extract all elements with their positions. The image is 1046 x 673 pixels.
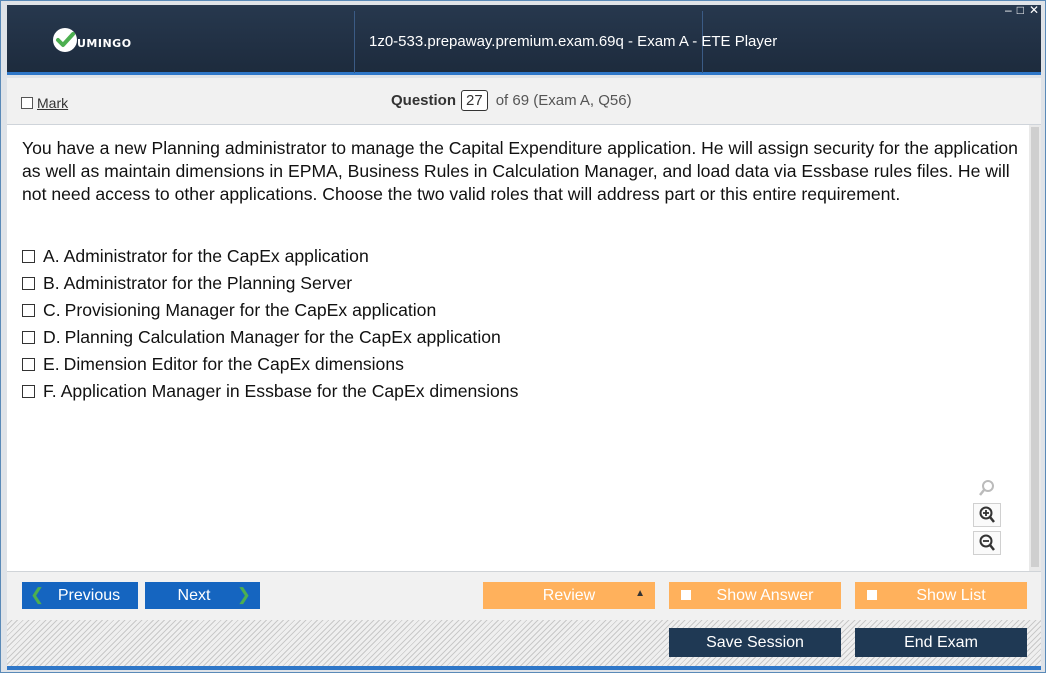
option-letter: C. bbox=[43, 300, 61, 320]
option-letter: D. bbox=[43, 327, 61, 347]
mark-checkbox-box[interactable] bbox=[21, 97, 33, 109]
show-answer-label: Show Answer bbox=[716, 586, 814, 604]
search-icon[interactable] bbox=[974, 477, 1000, 499]
option-text: Planning Calculation Manager for the Cap… bbox=[64, 327, 501, 347]
zoom-out-icon[interactable] bbox=[973, 531, 1001, 555]
option-text: Administrator for the Planning Server bbox=[63, 273, 353, 293]
vumingo-logo: UMINGO bbox=[51, 25, 132, 55]
next-label: Next bbox=[177, 586, 211, 604]
option-checkbox[interactable] bbox=[22, 385, 35, 398]
zoom-in-icon[interactable] bbox=[973, 503, 1001, 527]
show-answer-button[interactable]: Show Answer bbox=[669, 582, 841, 609]
next-button[interactable]: Next ❯ bbox=[145, 582, 260, 609]
scrollbar-thumb[interactable] bbox=[1031, 127, 1039, 567]
chevron-right-icon: ❯ bbox=[236, 585, 251, 604]
option-letter: A. bbox=[43, 246, 60, 266]
logo-text: UMINGO bbox=[77, 36, 132, 50]
question-navigator: Question 27 of 69 (Exam A, Q56) bbox=[391, 90, 632, 111]
option-a[interactable]: A. Administrator for the CapEx applicati… bbox=[22, 243, 518, 270]
option-text: Dimension Editor for the CapEx dimension… bbox=[63, 354, 404, 374]
option-checkbox[interactable] bbox=[22, 277, 35, 290]
close-button[interactable]: ✕ bbox=[1029, 3, 1039, 17]
option-checkbox[interactable] bbox=[22, 331, 35, 344]
window-controls: – □ ✕ bbox=[1005, 3, 1039, 17]
mark-label: Mark bbox=[37, 95, 69, 111]
maximize-button[interactable]: □ bbox=[1017, 3, 1024, 17]
end-exam-label: End Exam bbox=[904, 633, 978, 651]
previous-label: Previous bbox=[57, 586, 121, 604]
option-b[interactable]: B. Administrator for the Planning Server bbox=[22, 270, 518, 297]
show-list-checkbox[interactable] bbox=[867, 590, 877, 600]
previous-button[interactable]: ❮ Previous bbox=[22, 582, 138, 609]
option-text: Provisioning Manager for the CapEx appli… bbox=[64, 300, 437, 320]
question-text: You have a new Planning administrator to… bbox=[22, 138, 1018, 204]
option-checkbox[interactable] bbox=[22, 358, 35, 371]
option-f[interactable]: F. Application Manager in Essbase for th… bbox=[22, 378, 518, 405]
show-list-button[interactable]: Show List bbox=[855, 582, 1027, 609]
option-checkbox[interactable] bbox=[22, 304, 35, 317]
session-bar: Save Session End Exam bbox=[7, 620, 1041, 666]
title-divider bbox=[354, 11, 355, 73]
question-of-text: of 69 (Exam A, Q56) bbox=[495, 92, 632, 109]
save-session-label: Save Session bbox=[706, 633, 804, 651]
logo-check-icon bbox=[53, 28, 77, 52]
end-exam-button[interactable]: End Exam bbox=[855, 628, 1027, 657]
review-button[interactable]: Review ▲ bbox=[483, 582, 655, 609]
option-letter: E. bbox=[43, 354, 60, 374]
option-text: Administrator for the CapEx application bbox=[63, 246, 369, 266]
mark-checkbox[interactable]: Mark bbox=[21, 95, 68, 111]
zoom-controls bbox=[973, 477, 1001, 555]
question-number-input[interactable]: 27 bbox=[461, 90, 488, 111]
question-header: Mark Question 27 of 69 (Exam A, Q56) bbox=[7, 78, 1041, 125]
show-answer-checkbox[interactable] bbox=[681, 590, 691, 600]
option-letter: B. bbox=[43, 273, 60, 293]
save-session-button[interactable]: Save Session bbox=[669, 628, 841, 657]
window-title: 1z0-533.prepaway.premium.exam.69q - Exam… bbox=[369, 33, 778, 50]
option-e[interactable]: E. Dimension Editor for the CapEx dimens… bbox=[22, 351, 518, 378]
app-window: UMINGO 1z0-533.prepaway.premium.exam.69q… bbox=[0, 0, 1046, 673]
vertical-scrollbar[interactable] bbox=[1029, 125, 1041, 571]
option-d[interactable]: D. Planning Calculation Manager for the … bbox=[22, 324, 518, 351]
option-c[interactable]: C. Provisioning Manager for the CapEx ap… bbox=[22, 297, 518, 324]
title-bar: UMINGO 1z0-533.prepaway.premium.exam.69q… bbox=[7, 5, 1041, 75]
option-letter: F. bbox=[43, 381, 57, 401]
answer-options: A. Administrator for the CapEx applicati… bbox=[22, 243, 518, 405]
option-checkbox[interactable] bbox=[22, 250, 35, 263]
minimize-button[interactable]: – bbox=[1005, 3, 1012, 17]
option-text: Application Manager in Essbase for the C… bbox=[60, 381, 519, 401]
review-label: Review bbox=[542, 586, 596, 604]
caret-up-icon: ▲ bbox=[635, 588, 645, 599]
chevron-left-icon: ❮ bbox=[30, 585, 45, 604]
show-list-label: Show List bbox=[916, 586, 986, 604]
bottom-accent-line bbox=[7, 666, 1041, 670]
navigation-bar: ❮ Previous Next ❯ Review ▲ Show Answer S… bbox=[7, 571, 1041, 620]
question-content: You have a new Planning administrator to… bbox=[7, 125, 1029, 571]
question-label: Question bbox=[391, 92, 457, 109]
